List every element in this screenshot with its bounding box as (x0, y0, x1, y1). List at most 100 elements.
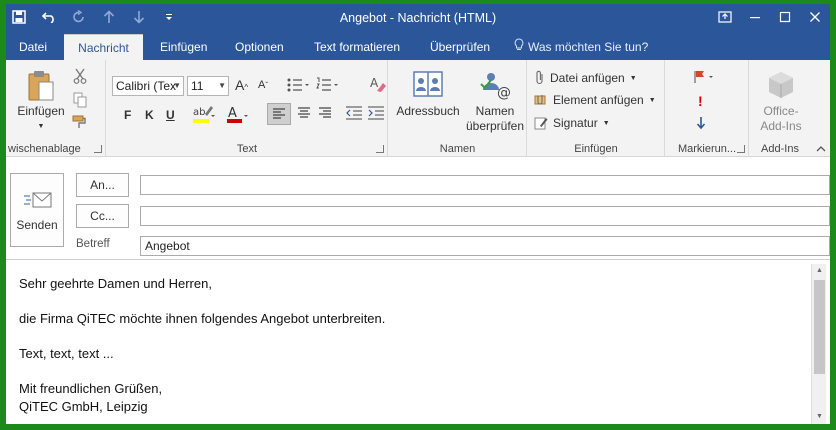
svg-text:A: A (370, 76, 379, 90)
cc-button[interactable]: Cc... (76, 204, 129, 228)
collapse-ribbon-icon[interactable] (816, 145, 826, 152)
clipboard-icon (13, 70, 69, 104)
address-book-icon (393, 70, 463, 104)
tell-me-box[interactable]: Was möchten Sie tun? (514, 34, 648, 60)
lightbulb-icon (514, 35, 524, 61)
window-controls (710, 4, 830, 30)
tags-group-label: Markierun... (677, 143, 737, 155)
font-color-icon[interactable]: A (226, 104, 250, 124)
high-importance-icon[interactable]: ! (698, 93, 703, 109)
svg-text:A: A (228, 106, 237, 121)
increase-indent-icon[interactable] (367, 106, 385, 120)
attach-item-icon (534, 93, 548, 107)
follow-up-flag-icon[interactable] (693, 70, 717, 84)
insert-group-label: Einfügen (574, 143, 618, 155)
ribbon: Einfügen ▼ wischenablage Calibri (Tex ▼ … (6, 60, 830, 157)
tab-text-formatieren[interactable]: Text formatieren (306, 34, 408, 60)
restore-icon[interactable] (770, 4, 800, 30)
group-addins: Office- Add-Ins Add-Ins (750, 60, 810, 157)
chevron-down-icon: ▼ (173, 81, 181, 90)
scrollbar-thumb[interactable] (814, 280, 825, 374)
format-painter-icon[interactable] (72, 114, 88, 130)
check-names-label-2: überprüfen (465, 119, 525, 133)
paperclip-icon (535, 70, 545, 86)
cut-icon[interactable] (72, 68, 88, 84)
chevron-down-icon: ▼ (37, 123, 45, 130)
scroll-down-icon[interactable]: ▼ (812, 410, 827, 424)
scroll-up-icon[interactable]: ▲ (812, 264, 827, 278)
chevron-down-icon: ▼ (218, 81, 226, 90)
highlight-color-icon[interactable]: ab (192, 104, 216, 124)
outlook-window: Angebot - Nachricht (HTML) Datei Nachric… (6, 4, 830, 424)
group-names: Adressbuch @ Namen überprüfen Namen (389, 60, 527, 157)
bullet-list-icon[interactable] (287, 77, 309, 93)
body-signature: QiTEC GmbH, Leipzig (19, 399, 148, 414)
minimize-icon[interactable] (740, 4, 770, 30)
send-button[interactable]: Senden (10, 173, 64, 247)
chevron-down-icon: ▼ (629, 74, 637, 82)
grow-font-icon[interactable]: A^ (235, 77, 248, 93)
tab-optionen[interactable]: Optionen (227, 34, 292, 60)
font-size-value: 11 (191, 79, 204, 93)
text-dialog-launcher-icon[interactable] (376, 145, 384, 153)
clear-formatting-icon[interactable]: A (370, 75, 386, 93)
align-center-icon[interactable] (297, 107, 311, 119)
subject-field[interactable]: Angebot (140, 236, 830, 256)
body-greeting: Sehr geehrte Damen und Herren, (19, 276, 212, 291)
tab-ueberpruefen[interactable]: Überprüfen (422, 34, 498, 60)
font-family-select[interactable]: Calibri (Tex ▼ (112, 76, 184, 96)
signature-icon (534, 116, 548, 130)
to-field[interactable] (140, 175, 830, 195)
address-book-label: Adressbuch (396, 104, 460, 118)
copy-icon[interactable] (72, 92, 88, 108)
tab-datei[interactable]: Datei (11, 34, 55, 60)
tab-nachricht[interactable]: Nachricht (64, 34, 143, 60)
chevron-down-icon: ▼ (602, 119, 610, 127)
title-bar: Angebot - Nachricht (HTML) (6, 4, 830, 34)
office-addins-icon (754, 70, 808, 104)
numbered-list-icon[interactable] (316, 77, 338, 93)
message-body[interactable]: Sehr geehrte Damen und Herren, die Firma… (6, 261, 810, 424)
attach-item-button[interactable]: Element anfügen ▼ (534, 93, 656, 107)
ribbon-display-options-icon[interactable] (710, 4, 740, 30)
tab-einfuegen[interactable]: Einfügen (152, 34, 215, 60)
group-insert: Datei anfügen ▼ Element anfügen ▼ Signat… (528, 60, 665, 157)
underline-button[interactable]: U (166, 108, 175, 122)
align-right-icon[interactable] (318, 107, 332, 119)
italic-button[interactable]: K (145, 108, 154, 122)
font-family-value: Calibri (Tex (116, 79, 177, 93)
office-addins-label-2: Add-Ins (760, 119, 802, 133)
decrease-indent-icon[interactable] (345, 106, 363, 120)
paste-button[interactable]: Einfügen ▼ (13, 70, 69, 134)
tell-me-placeholder: Was möchten Sie tun? (528, 40, 649, 54)
shrink-font-icon[interactable]: Aˇ (258, 79, 268, 91)
office-addins-button[interactable]: Office- Add-Ins (754, 70, 808, 134)
message-header: Senden An... Cc... Betreff Angebot (6, 158, 830, 260)
svg-text:@: @ (497, 85, 511, 100)
cc-field[interactable] (140, 206, 830, 226)
check-names-button[interactable]: @ Namen überprüfen (463, 70, 527, 134)
attach-file-button[interactable]: Datei anfügen ▼ (535, 70, 637, 86)
address-book-button[interactable]: Adressbuch (393, 70, 463, 119)
body-line-1: die Firma QiTEC möchte ihnen folgendes A… (19, 311, 386, 326)
font-size-select[interactable]: 11 ▼ (187, 76, 229, 96)
low-importance-icon[interactable] (696, 116, 706, 130)
svg-text:ab: ab (193, 107, 205, 118)
align-left-icon[interactable] (267, 103, 291, 125)
window-title: Angebot - Nachricht (HTML) (339, 11, 497, 25)
close-icon[interactable] (800, 4, 830, 30)
body-scrollbar[interactable]: ▲ ▼ (811, 264, 826, 424)
group-text: Calibri (Tex ▼ 11 ▼ A^ Aˇ A F K U ab A T… (107, 60, 388, 157)
to-button[interactable]: An... (76, 173, 129, 197)
bold-button[interactable]: F (124, 108, 131, 122)
group-clipboard: Einfügen ▼ wischenablage (6, 60, 106, 157)
body-closing: Mit freundlichen Grüßen, (19, 381, 163, 396)
clipboard-dialog-launcher-icon[interactable] (94, 145, 102, 153)
signature-label: Signatur (553, 116, 598, 130)
tags-dialog-launcher-icon[interactable] (737, 145, 745, 153)
signature-button[interactable]: Signatur ▼ (534, 116, 610, 130)
check-names-label-1: Namen (475, 104, 515, 118)
paste-label: Einfügen (17, 104, 65, 118)
group-tags: ! Markierun... (666, 60, 749, 157)
check-names-icon: @ (463, 70, 527, 104)
